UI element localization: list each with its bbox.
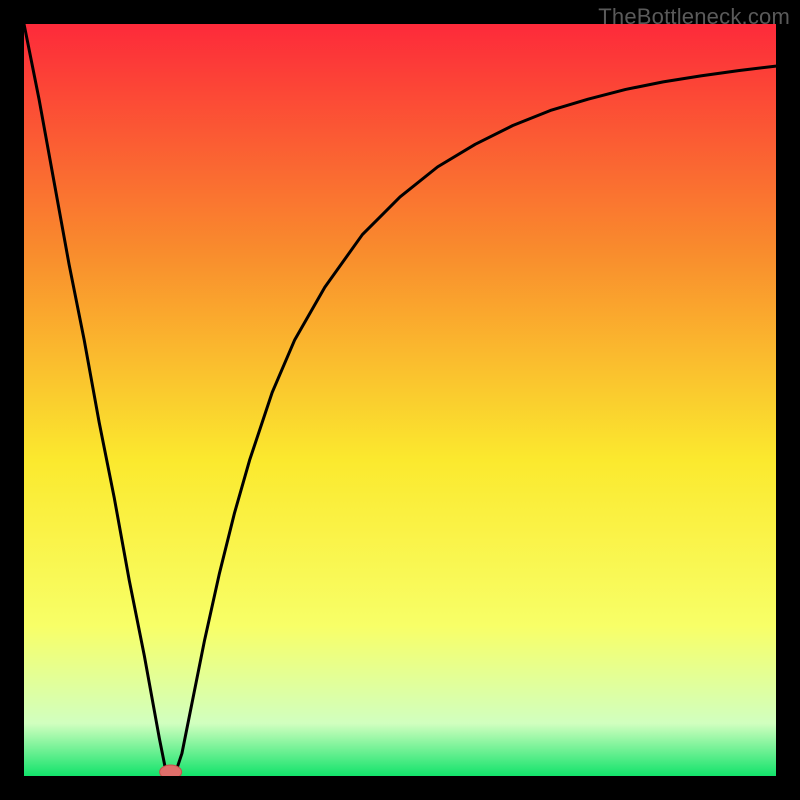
bottleneck-plot [24,24,776,776]
chart-frame [24,24,776,776]
watermark-text: TheBottleneck.com [598,4,790,30]
gradient-background [24,24,776,776]
minimum-marker [160,765,182,776]
